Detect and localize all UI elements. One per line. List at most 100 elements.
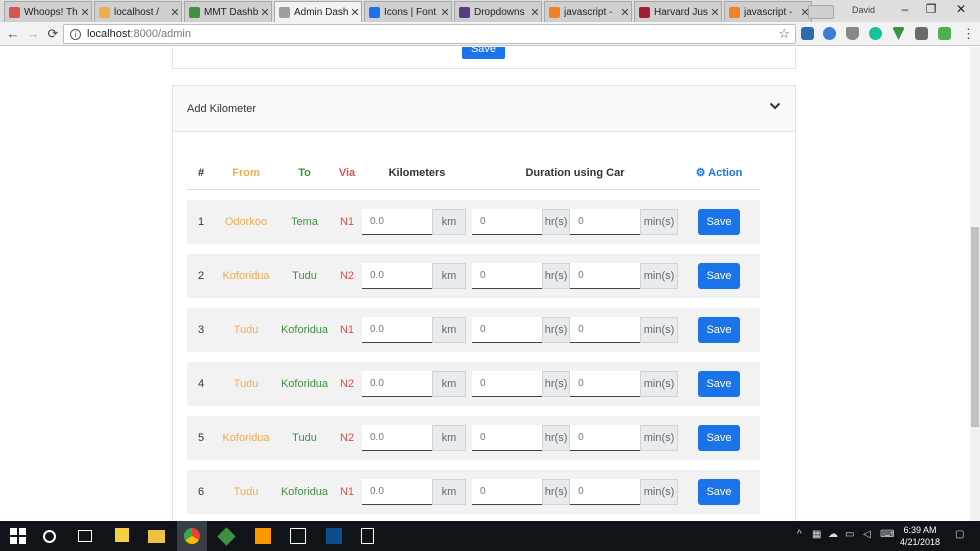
action-cell: Save (678, 200, 760, 244)
network-icon[interactable]: ▦ (812, 529, 821, 540)
kilometers-input[interactable] (362, 371, 432, 397)
minutes-input[interactable] (570, 371, 641, 397)
info-icon[interactable]: i (70, 28, 81, 40)
hours-input[interactable] (472, 209, 542, 235)
card-header[interactable]: Add Kilometer (173, 86, 795, 132)
notifications-icon[interactable]: ▢ (955, 529, 964, 540)
new-tab-button[interactable] (808, 5, 834, 19)
windows-start-icon[interactable] (10, 528, 26, 544)
shield-icon[interactable] (846, 27, 859, 40)
row-to: Koforidua (277, 362, 332, 406)
tab-favicon-icon (189, 6, 200, 18)
grammarly-icon[interactable] (869, 27, 882, 40)
save-button[interactable]: Save (698, 317, 740, 343)
bookmark-star-icon[interactable]: ☆ (778, 26, 790, 42)
tab-close-icon[interactable]: ✕ (79, 6, 91, 19)
sublime-text-icon[interactable] (255, 528, 271, 544)
restore-icon[interactable]: ❐ (921, 2, 941, 16)
tab-close-icon[interactable]: ✕ (349, 6, 361, 19)
browser-tab[interactable]: Dropdowns ✕ (454, 1, 542, 22)
save-button[interactable]: Save (698, 209, 740, 235)
add-kilometer-card: Add Kilometer # From To Via Kilometers D… (172, 85, 796, 521)
browser-tab[interactable]: MMT Dashb ✕ (184, 1, 272, 22)
hours-input[interactable] (472, 371, 542, 397)
previous-save-button[interactable]: Save (462, 47, 505, 59)
browser-tab-strip: Whoops! Th ✕ localhost / ✕ MMT Dashb ✕ Admin … (0, 0, 980, 22)
tab-close-icon[interactable]: ✕ (709, 6, 721, 19)
browser-tab[interactable]: javascript - ✕ (724, 1, 812, 22)
hours-input[interactable] (472, 317, 542, 343)
browser-tab[interactable]: Admin Dash ✕ (274, 1, 362, 22)
duration-group: hr(s) min(s) (472, 479, 678, 505)
save-button[interactable]: Save (698, 263, 740, 289)
sticky-notes-icon[interactable] (115, 528, 129, 542)
photos-icon[interactable] (290, 528, 306, 544)
chevron-down-icon[interactable] (769, 100, 781, 112)
hours-input[interactable] (472, 479, 542, 505)
minutes-input[interactable] (570, 263, 641, 289)
task-view-icon[interactable] (78, 530, 92, 542)
browser-tab[interactable]: Harvard Jus ✕ (634, 1, 722, 22)
kilometers-input[interactable] (362, 317, 432, 343)
hours-unit-label: hr(s) (542, 425, 571, 451)
kilometers-input[interactable] (362, 479, 432, 505)
table-row: 4TuduKoforiduaN2 km hr(s) min(s) Save (187, 362, 760, 406)
kilometers-input[interactable] (362, 425, 432, 451)
extension-icon[interactable] (915, 27, 928, 40)
puzzle-icon[interactable] (938, 27, 951, 40)
tab-close-icon[interactable]: ✕ (619, 6, 631, 19)
tab-close-icon[interactable]: ✕ (169, 6, 181, 19)
minimize-icon[interactable]: – (895, 2, 915, 16)
clock[interactable]: 6:39 AM 4/21/2018 (898, 524, 942, 548)
battery-icon[interactable]: ▭ (845, 529, 854, 540)
extension-icon[interactable] (823, 27, 836, 40)
save-button[interactable]: Save (698, 479, 740, 505)
tab-close-icon[interactable]: ✕ (529, 6, 541, 19)
minutes-input[interactable] (570, 317, 641, 343)
hours-input[interactable] (472, 425, 542, 451)
scrollbar-thumb[interactable] (971, 227, 979, 427)
menu-icon[interactable]: ⋮ (962, 26, 975, 42)
kilometers-input[interactable] (362, 209, 432, 235)
chevron-up-icon[interactable]: ^ (797, 529, 802, 540)
save-button[interactable]: Save (698, 425, 740, 451)
row-to: Tudu (277, 254, 332, 298)
tab-close-icon[interactable]: ✕ (439, 6, 451, 19)
tab-close-icon[interactable]: ✕ (259, 6, 271, 19)
kilometers-cell: km (362, 362, 472, 406)
save-button[interactable]: Save (698, 371, 740, 397)
close-window-icon[interactable]: ✕ (951, 2, 971, 16)
file-explorer-icon[interactable] (148, 530, 165, 543)
kilometers-input[interactable] (362, 263, 432, 289)
browser-tab[interactable]: localhost / ✕ (94, 1, 182, 22)
page-scrollbar[interactable] (970, 47, 980, 521)
reload-icon[interactable]: ⟳ (45, 26, 61, 42)
row-number: 4 (187, 362, 215, 406)
hours-input[interactable] (472, 263, 542, 289)
back-icon[interactable]: ← (5, 26, 21, 41)
keyboard-icon[interactable]: ⌨ (880, 529, 894, 540)
minutes-input[interactable] (570, 425, 641, 451)
gitkraken-icon[interactable] (217, 527, 236, 546)
tab-title: javascript - (744, 6, 793, 18)
calculator-icon[interactable] (361, 528, 374, 544)
duration-group: hr(s) min(s) (472, 317, 678, 343)
minutes-unit-label: min(s) (640, 263, 678, 289)
browser-tab[interactable]: Icons | Font ✕ (364, 1, 452, 22)
store-icon[interactable] (326, 528, 342, 544)
forward-icon[interactable]: → (25, 26, 41, 41)
vue-icon[interactable] (892, 27, 905, 40)
cloud-icon[interactable]: ☁ (828, 529, 838, 540)
browser-tab[interactable]: Whoops! Th ✕ (4, 1, 92, 22)
volume-icon[interactable]: ◁ (863, 529, 871, 540)
address-bar[interactable]: i localhost:8000/admin ☆ (63, 24, 796, 44)
minutes-input[interactable] (570, 209, 641, 235)
cortana-search-icon[interactable] (43, 530, 56, 543)
minutes-input[interactable] (570, 479, 641, 505)
km-unit-label: km (432, 425, 466, 451)
browser-tab[interactable]: javascript - ✕ (544, 1, 632, 22)
table-row: 1OdorkooTemaN1 km hr(s) min(s) Save (187, 200, 760, 244)
extension-icon[interactable] (801, 27, 814, 40)
chrome-icon[interactable] (184, 528, 200, 544)
profile-name[interactable]: David (852, 5, 875, 15)
